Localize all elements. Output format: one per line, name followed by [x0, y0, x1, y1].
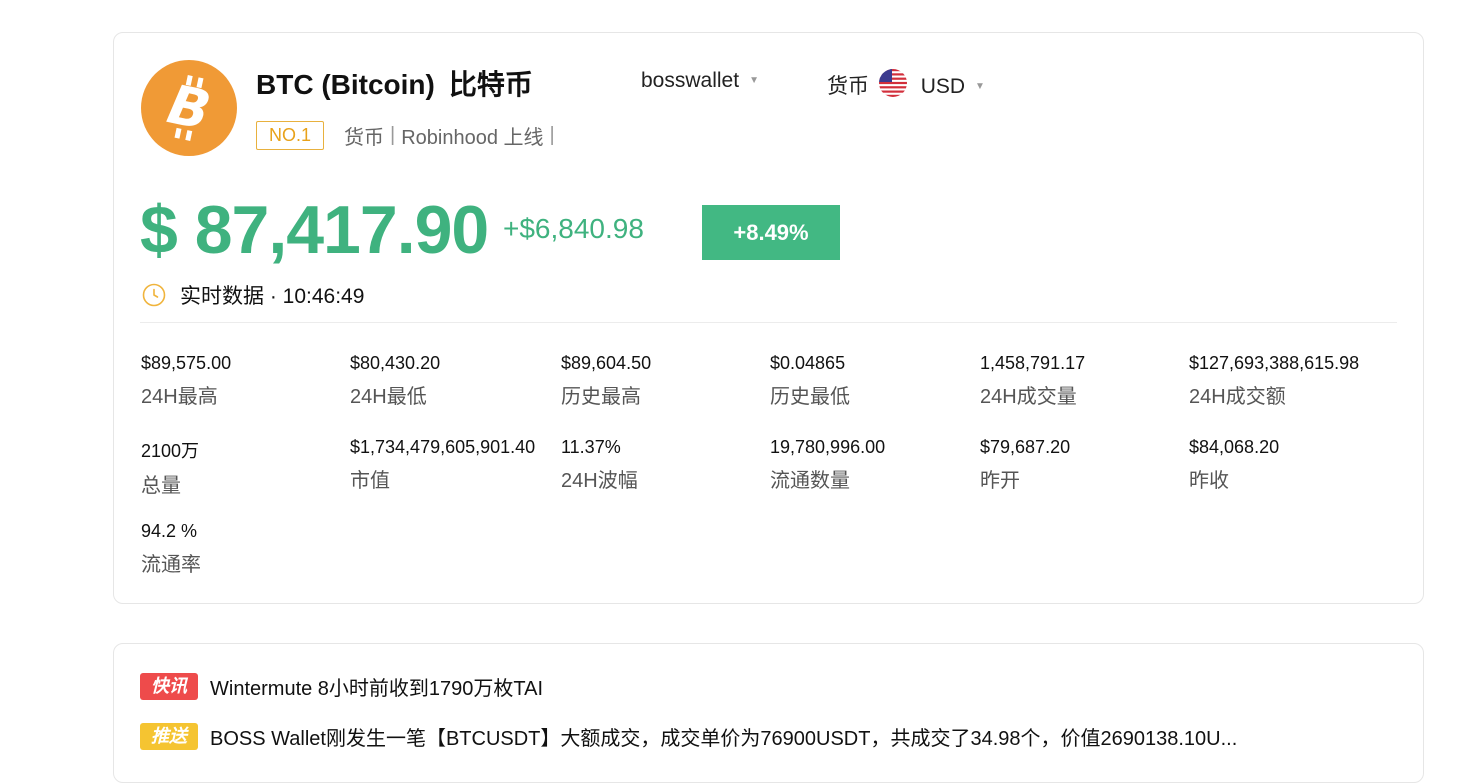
coin-title: BTC (Bitcoin) 比特币: [256, 63, 533, 103]
tag-listing: Robinhood 上线: [401, 127, 544, 149]
stat-circulation-rate: 94.2 % 流通率: [141, 521, 201, 576]
news-text: BOSS Wallet刚发生一笔【BTCUSDT】大额成交，成交单价为76900…: [210, 728, 1238, 750]
current-price: $ 87,417.90: [140, 192, 489, 268]
bitcoin-logo-icon: B: [141, 60, 237, 156]
flash-news-badge: 快讯: [140, 673, 198, 700]
wallet-select-value: bosswallet: [641, 69, 740, 92]
us-flag-icon: [878, 69, 907, 97]
coin-tags: NO.1 货币 | Robinhood 上线 |: [256, 121, 561, 150]
tag-separator: |: [390, 124, 396, 146]
divider: [140, 322, 1397, 323]
realtime-label: 实时数据 · 10:46:49: [180, 285, 365, 308]
wallet-select[interactable]: bosswallet ▼: [641, 69, 759, 93]
stat-24h-low: $80,430.20 24H最低: [350, 353, 441, 408]
stat-24h-turnover: $127,693,388,615.98 24H成交额: [1189, 353, 1360, 408]
rank-badge: NO.1: [256, 121, 325, 150]
price-change-absolute: +$6,840.98: [503, 213, 644, 244]
stat-circulating-supply: 19,780,996.00 流通数量: [770, 437, 886, 492]
caret-down-icon: ▼: [975, 81, 985, 92]
news-item[interactable]: 推送 BOSS Wallet刚发生一笔【BTCUSDT】大额成交，成交单价为76…: [140, 722, 1237, 751]
stat-all-time-low: $0.04865 历史最低: [770, 353, 850, 408]
caret-down-icon: ▼: [749, 75, 759, 86]
stat-all-time-high: $89,604.50 历史最高: [561, 353, 652, 408]
coin-overview-card: B BTC (Bitcoin) 比特币 bosswallet ▼ 货币 USD …: [113, 32, 1424, 604]
currency-value: USD: [920, 75, 966, 98]
coin-cn-name: 比特币: [448, 69, 533, 100]
tag-separator: |: [549, 124, 555, 146]
currency-label: 货币: [827, 75, 869, 98]
coin-symbol-name: BTC (Bitcoin): [256, 69, 435, 100]
stat-prev-close: $84,068.20 昨收: [1189, 437, 1280, 492]
stat-prev-open: $79,687.20 昨开: [980, 437, 1071, 492]
stat-24h-volume: 1,458,791.17 24H成交量: [980, 353, 1086, 408]
currency-select[interactable]: 货币 USD ▼: [827, 69, 985, 100]
price-change-percent-badge: +8.49%: [702, 205, 840, 260]
tag-category: 货币: [344, 127, 385, 149]
push-news-badge: 推送: [140, 723, 198, 750]
clock-icon: [142, 283, 166, 307]
stat-market-cap: $1,734,479,605,901.40 市值: [350, 437, 536, 492]
stat-total-supply: 2100万 总量: [141, 441, 200, 497]
stat-24h-amplitude: 11.37% 24H波幅: [561, 437, 638, 492]
news-item[interactable]: 快讯 Wintermute 8小时前收到1790万枚TAI: [140, 672, 543, 701]
news-text: Wintermute 8小时前收到1790万枚TAI: [210, 678, 544, 700]
news-card: 快讯 Wintermute 8小时前收到1790万枚TAI 推送 BOSS Wa…: [113, 643, 1424, 783]
stat-24h-high: $89,575.00 24H最高: [141, 353, 232, 408]
realtime-indicator: 实时数据 · 10:46:49: [142, 280, 364, 310]
